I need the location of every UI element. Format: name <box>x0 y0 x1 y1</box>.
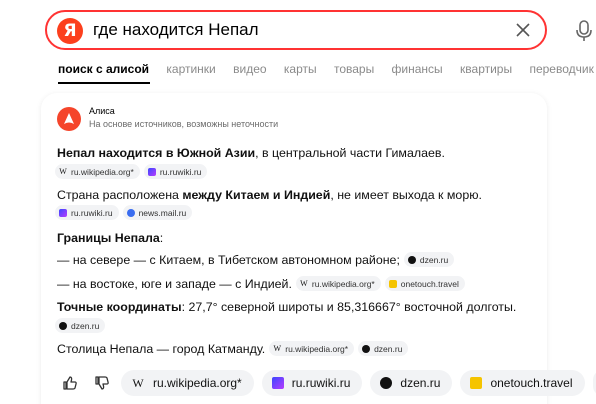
dzen-icon <box>59 321 67 330</box>
source-chip[interactable]: onetouch.travel <box>384 276 465 292</box>
thumbs-down-icon <box>95 376 109 390</box>
alice-avatar <box>57 107 81 131</box>
answer-paragraph-2: Страна расположена между Китаем и Индией… <box>57 187 482 203</box>
footer-source-chip[interactable]: dzen.ru <box>370 370 453 396</box>
ruwiki-icon <box>147 167 156 176</box>
tab-alice-search[interactable]: поиск с алисой <box>58 62 149 76</box>
answer-coordinates: Точные координаты: 27,7° северной широты… <box>57 299 516 315</box>
ruwiki-icon <box>271 377 284 389</box>
onetouch-icon <box>470 377 483 389</box>
more-sources-chip[interactable] <box>592 370 596 396</box>
answer-text: , не имеет выхода к морю. <box>330 188 482 202</box>
dislike-button[interactable] <box>89 370 115 396</box>
alice-logo-icon <box>64 113 74 124</box>
onetouch-icon <box>388 279 397 288</box>
dzen-icon <box>380 377 393 389</box>
answer-text: Столица Непала — город Катманду. <box>57 342 266 356</box>
source-row: ru.ruwiki.ru news.mail.ru <box>55 204 196 222</box>
answer-disclaimer: На основе источников, возможны неточност… <box>89 119 279 129</box>
search-bar: Я <box>45 10 547 50</box>
source-chip[interactable]: Wru.wikipedia.org* <box>55 164 140 180</box>
answer-bold: Точные координаты <box>57 300 182 314</box>
borders-heading: Границы Непала: <box>57 231 164 245</box>
search-input[interactable] <box>93 12 493 48</box>
close-icon[interactable] <box>515 22 531 38</box>
alice-answer-card: Алиса На основе источников, возможны нет… <box>41 93 596 404</box>
wikipedia-icon: W <box>273 343 282 353</box>
wikipedia-icon: W <box>300 278 308 288</box>
yandex-logo[interactable]: Я <box>57 18 83 44</box>
source-chip[interactable]: dzen.ru <box>55 318 106 334</box>
tab-maps[interactable]: карты <box>284 62 317 76</box>
footer-source-chip[interactable]: onetouch.travel <box>460 370 585 396</box>
active-tab-underline <box>58 82 150 84</box>
footer-source-chip[interactable]: Wru.wikipedia.org* <box>121 370 254 396</box>
tab-video[interactable]: видео <box>233 62 266 76</box>
thumbs-up-icon <box>63 376 77 390</box>
ruwiki-icon <box>59 208 67 217</box>
border-item-2: — на востоке, юге и западе — с Индией. Wr… <box>57 276 469 292</box>
answer-toolbar: Wru.wikipedia.org* ru.ruwiki.ru dzen.ru one… <box>57 370 596 396</box>
source-chip[interactable]: Wru.wikipedia.org* <box>295 276 381 292</box>
source-chip[interactable]: ru.ruwiki.ru <box>143 164 208 180</box>
answer-author: Алиса <box>89 106 115 116</box>
like-button[interactable] <box>57 370 83 396</box>
tab-apartments[interactable]: квартиры <box>460 62 512 76</box>
microphone-icon[interactable] <box>574 19 594 43</box>
answer-bold: между Китаем и Индией <box>182 188 331 202</box>
answer-capital: Столица Непала — город Катманду. Wru.wiki… <box>57 341 412 357</box>
border-item-1: — на севере — с Китаем, в Тибетском авто… <box>57 252 458 268</box>
tab-translator[interactable]: переводчик <box>529 62 593 76</box>
tab-images[interactable]: картинки <box>166 62 215 76</box>
answer-text: Страна расположена <box>57 188 183 202</box>
source-chip[interactable]: dzen.ru <box>403 252 455 268</box>
news-mail-icon <box>126 208 135 217</box>
source-chip[interactable]: dzen.ru <box>358 341 409 357</box>
answer-paragraph-1: Непал находится в Южной Азии, в централь… <box>57 145 445 161</box>
source-chip[interactable]: news.mail.ru <box>122 205 193 221</box>
answer-text: — на востоке, юге и западе — с Индией. <box>57 277 292 291</box>
source-chip[interactable]: Wru.wikipedia.org* <box>269 341 355 357</box>
answer-text: : 27,7° северной широты и 85,316667° вос… <box>181 300 517 314</box>
source-chip[interactable]: ru.ruwiki.ru <box>55 205 119 221</box>
wikipedia-icon: W <box>132 376 144 390</box>
search-tabs: поиск с алисой картинки видео карты това… <box>58 62 596 80</box>
dzen-icon <box>407 255 416 264</box>
dzen-icon <box>362 344 371 353</box>
source-row: dzen.ru <box>55 317 109 335</box>
tab-products[interactable]: товары <box>334 62 374 76</box>
tab-finance[interactable]: финансы <box>392 62 443 76</box>
footer-source-chip[interactable]: ru.ruwiki.ru <box>261 370 363 396</box>
wikipedia-icon: W <box>59 166 67 176</box>
answer-bold: Непал находится в Южной Азии <box>57 146 256 160</box>
source-row: Wru.wikipedia.org* ru.ruwiki.ru <box>55 163 211 181</box>
answer-text: , в центральной части Гималаев. <box>255 146 445 160</box>
answer-text: — на севере — с Китаем, в Тибетском авто… <box>57 253 400 267</box>
